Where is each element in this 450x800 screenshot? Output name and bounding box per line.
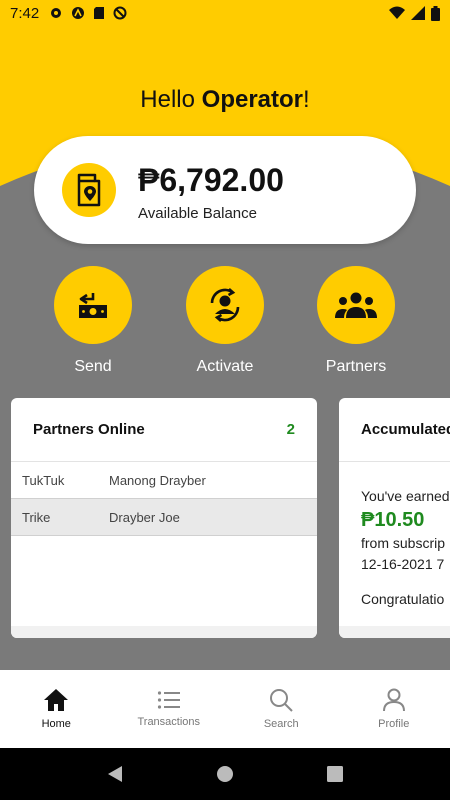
partners-button[interactable]: Partners [316, 266, 396, 376]
card-footer [339, 626, 450, 638]
home-circle-icon[interactable] [216, 765, 234, 783]
card-footer [11, 626, 317, 638]
send-circle[interactable] [54, 266, 132, 344]
partner-type: TukTuk [22, 472, 65, 488]
bottom-nav: Home Transactions Search Profile [0, 670, 450, 748]
activate-user-icon [210, 288, 240, 322]
signal-icon [411, 6, 425, 20]
system-nav-bar [0, 748, 450, 800]
status-bar: 7:42 [0, 0, 450, 26]
accumulated-card[interactable]: Accumulated You've earned ₱10.50 from su… [339, 398, 450, 638]
activate-label: Activate [196, 358, 254, 375]
balance-card[interactable]: ₱6,792.00 Available Balance [34, 136, 416, 244]
send-money-icon [79, 293, 107, 318]
partner-name: Manong Drayber [109, 472, 206, 488]
nav-profile[interactable]: Profile [338, 670, 450, 748]
nav-profile-label: Profile [378, 718, 410, 730]
balance-amount: ₱6,792.00 [138, 162, 284, 198]
battery-icon [431, 5, 440, 21]
earned-text: You've earned [361, 488, 450, 504]
partner-row[interactable]: TukTuk Manong Drayber [11, 462, 317, 499]
activate-button[interactable]: Activate [185, 266, 265, 376]
send-label: Send [74, 358, 112, 375]
send-button[interactable]: Send [53, 266, 133, 376]
list-icon [157, 691, 180, 709]
app-notification-icon [72, 7, 85, 19]
greeting-prefix: Hello [140, 86, 202, 113]
nav-search-label: Search [263, 718, 299, 730]
nav-home[interactable]: Home [0, 670, 113, 748]
partners-online-count: 2 [286, 421, 295, 438]
sd-card-icon [94, 7, 105, 19]
partners-online-card[interactable]: Partners Online 2 TukTuk Manong Drayber … [11, 398, 317, 638]
partners-group-icon [335, 292, 377, 318]
accumulated-card-header: Accumulated [339, 398, 450, 462]
partner-type: Trike [22, 509, 51, 525]
blocked-notification-icon [113, 6, 127, 20]
wifi-icon [389, 6, 405, 19]
home-icon [44, 689, 69, 711]
partners-card-title: Partners Online [33, 421, 145, 438]
back-icon[interactable] [107, 765, 123, 783]
partners-circle[interactable] [317, 266, 395, 344]
nav-transactions[interactable]: Transactions [113, 670, 226, 748]
nav-search[interactable]: Search [225, 670, 338, 748]
wallet-location-icon [77, 173, 101, 207]
accumulated-body: You've earned ₱10.50 from subscrip 12-16… [339, 462, 450, 634]
settings-gear-icon [51, 8, 62, 18]
congratulations-text: Congratulatio [361, 591, 445, 607]
earned-date: 12-16-2021 7 [361, 556, 445, 572]
search-icon [270, 689, 293, 712]
wallet-badge [62, 163, 116, 217]
earned-amount: ₱10.50 [361, 509, 425, 531]
partner-name: Drayber Joe [109, 509, 180, 525]
nav-home-label: Home [41, 718, 71, 730]
activate-circle[interactable] [186, 266, 264, 344]
greeting-suffix: ! [303, 86, 310, 113]
person-icon [382, 688, 405, 712]
partners-label: Partners [325, 358, 387, 375]
greeting-name: Operator [201, 86, 304, 113]
partner-row[interactable]: Trike Drayber Joe [11, 499, 317, 536]
partners-card-header: Partners Online 2 [11, 398, 317, 462]
balance-label: Available Balance [138, 205, 257, 222]
accumulated-card-title: Accumulated [361, 421, 450, 438]
recents-icon[interactable] [327, 766, 344, 782]
subscription-text: from subscrip [361, 535, 446, 551]
greeting: Hello Operator! [0, 86, 450, 114]
status-time: 7:42 [10, 4, 40, 22]
nav-transactions-label: Transactions [137, 716, 201, 728]
